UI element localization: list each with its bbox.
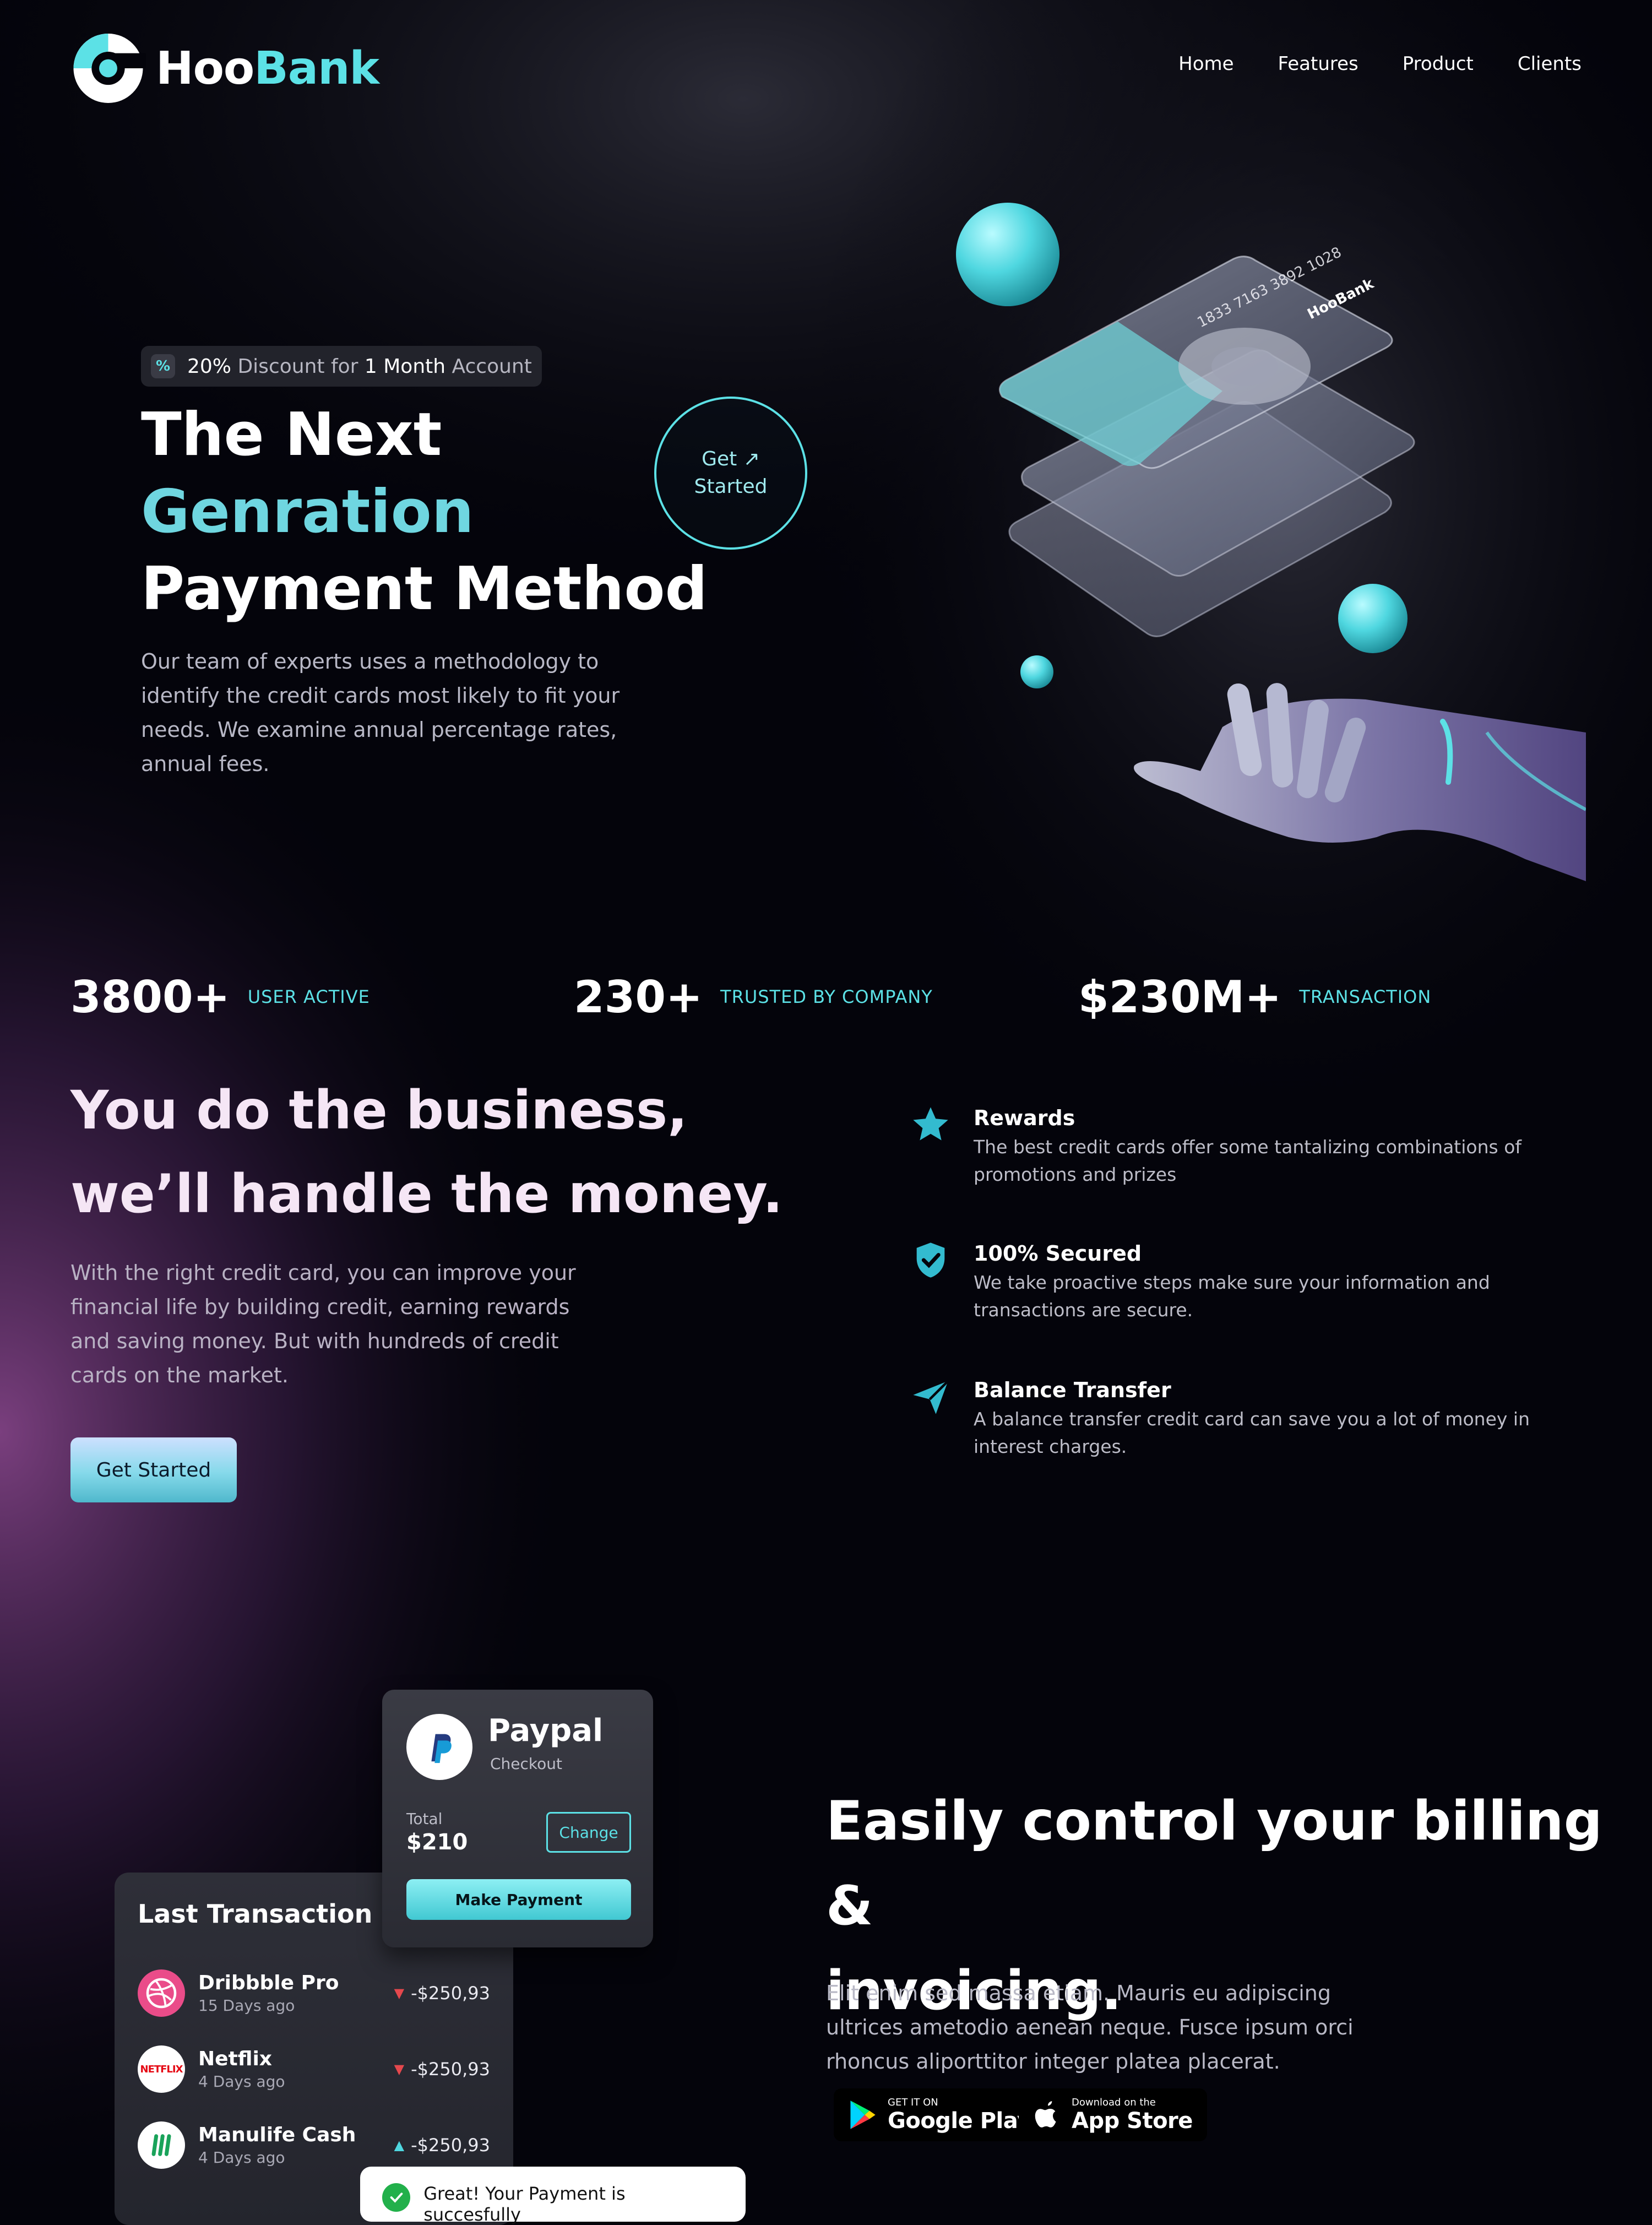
cta-line2: Started (694, 475, 768, 498)
toast-message: Great! Your Payment is succesfully (423, 2183, 626, 2225)
get-started-button[interactable]: Get Started (70, 1437, 237, 1502)
arrow-down-icon: ▼ (394, 2061, 405, 2077)
check-icon (382, 2183, 411, 2212)
hero-description: Our team of experts uses a methodology t… (141, 649, 620, 776)
apple-icon (1035, 2101, 1056, 2128)
stat-users: 3800+ USER ACTIVE (70, 969, 370, 1024)
nav-clients[interactable]: Clients (1518, 53, 1582, 75)
stat-value: 3800+ (70, 971, 230, 1023)
transaction-amount: -$250,93 (411, 2059, 490, 2080)
google-play-icon (850, 2101, 876, 2129)
nav-product[interactable]: Product (1403, 53, 1474, 75)
feature-description: The best credit cards offer some tantali… (974, 1136, 1522, 1185)
stat-value: $230M+ (1078, 971, 1282, 1023)
paypal-total-value: $210 (406, 1830, 468, 1855)
google-play-small-text: GET IT ON (888, 2096, 938, 2108)
app-store-small-text: Download on the (1072, 2096, 1156, 2108)
transaction-date: 4 Days ago (198, 2148, 285, 2167)
transaction-date: 4 Days ago (198, 2072, 285, 2091)
feature-title: 100% Secured (974, 1241, 1142, 1266)
transaction-row[interactable]: Dribbble Pro 15 Days ago ▼ -$250,93 (138, 1963, 490, 2023)
brand-name: HooBank (156, 42, 379, 95)
nav-home[interactable]: Home (1178, 53, 1233, 75)
paypal-subtitle: Checkout (490, 1755, 562, 1773)
feature-title: Rewards (974, 1106, 1075, 1130)
paypal-total-label: Total (406, 1810, 443, 1828)
app-store-badge[interactable]: Download on the App Store (1019, 2088, 1207, 2141)
payment-success-toast: Great! Your Payment is succesfully (360, 2167, 746, 2225)
feature-rewards: Rewards The best credit cards offer some… (910, 1104, 1585, 1189)
stat-transactions: $230M+ TRANSACTION (1078, 969, 1431, 1024)
billing-title-line1: Easily control your billing & (826, 1790, 1602, 1938)
business-title-line1: You do the business, (70, 1079, 688, 1141)
feature-title: Balance Transfer (974, 1378, 1171, 1402)
dribbble-icon (138, 1969, 185, 2017)
badge-strong-text: 1 Month (364, 355, 446, 378)
badge-tail-text: Account (445, 355, 532, 378)
nav-features[interactable]: Features (1278, 53, 1358, 75)
arrow-up-right-icon: ↗ (743, 448, 760, 470)
brand-logo[interactable]: HooBank (70, 24, 379, 112)
make-payment-button[interactable]: Make Payment (406, 1879, 631, 1920)
billing-description: Elit enim sed massa etiam. Mauris eu adi… (826, 1981, 1354, 2074)
transaction-name: Manulife Cash (198, 2124, 356, 2146)
hero-title: The Next Genration Payment Method (141, 397, 708, 628)
transaction-amount: -$250,93 (411, 1983, 490, 2004)
google-play-big-text: Google Play (888, 2108, 1031, 2134)
paypal-icon (406, 1714, 472, 1780)
cyan-sphere-small (1020, 655, 1053, 688)
cyan-sphere-medium (1338, 584, 1408, 653)
paypal-name: Paypal (488, 1713, 604, 1749)
netflix-icon: NETFLIX (138, 2045, 185, 2093)
badge-percent: 20% (187, 355, 232, 378)
cta-line1: Get (702, 448, 737, 470)
hero-title-line1: The Next (141, 400, 442, 469)
hero-title-line2: Genration (141, 477, 474, 546)
star-icon (913, 1107, 948, 1141)
discount-badge: % 20% Discount for 1 Month Account (141, 346, 542, 387)
discount-icon: % (151, 354, 175, 378)
transaction-name: Netflix (198, 2048, 272, 2070)
stat-label: USER ACTIVE (247, 986, 370, 1007)
cyan-sphere-large (956, 203, 1059, 306)
transaction-name: Dribbble Pro (198, 1972, 339, 1994)
arrow-up-icon: ▲ (394, 2137, 405, 2153)
send-icon (913, 1380, 949, 1414)
main-nav: Home Features Product Clients (1178, 53, 1582, 75)
transaction-date: 15 Days ago (198, 1996, 295, 2015)
stat-label: TRUSTED BY COMPANY (720, 986, 933, 1007)
badge-mid-text: Discount for (231, 355, 365, 378)
app-store-big-text: App Store (1072, 2108, 1193, 2134)
hero-title-line3: Payment Method (141, 555, 708, 623)
brand-name-part1: Hoo (155, 42, 254, 95)
brand-name-part2: Bank (254, 42, 379, 95)
logo-icon (73, 34, 146, 103)
stat-companies: 230+ TRUSTED BY COMPANY (574, 969, 933, 1024)
arrow-down-icon: ▼ (394, 1985, 405, 2001)
feature-description: We take proactive steps make sure your i… (974, 1272, 1490, 1321)
feature-balance-transfer: Balance Transfer A balance transfer cred… (910, 1376, 1585, 1461)
manulife-icon (138, 2121, 185, 2169)
transaction-row[interactable]: NETFLIX Netflix 4 Days ago ▼ -$250,93 (138, 2039, 490, 2099)
google-play-badge[interactable]: GET IT ON Google Play (834, 2088, 1046, 2141)
feature-description: A balance transfer credit card can save … (974, 1408, 1530, 1457)
change-button[interactable]: Change (546, 1812, 631, 1853)
stat-value: 230+ (574, 971, 703, 1023)
transaction-amount: -$250,93 (411, 2135, 490, 2156)
get-started-circle-button[interactable]: Get ↗ Started (654, 397, 807, 550)
shield-icon (916, 1242, 945, 1278)
business-title-line2: we’ll handle the money. (70, 1163, 783, 1225)
business-description: With the right credit card, you can impr… (70, 1261, 576, 1387)
hero-illustration: 1833 7163 3892 1028 HooBank (956, 203, 1586, 881)
feature-secured: 100% Secured We take proactive steps mak… (910, 1239, 1585, 1324)
business-title: You do the business, we’ll handle the mo… (70, 1068, 783, 1236)
stat-label: TRANSACTION (1299, 986, 1432, 1007)
last-transaction-title: Last Transaction (138, 1899, 373, 1929)
